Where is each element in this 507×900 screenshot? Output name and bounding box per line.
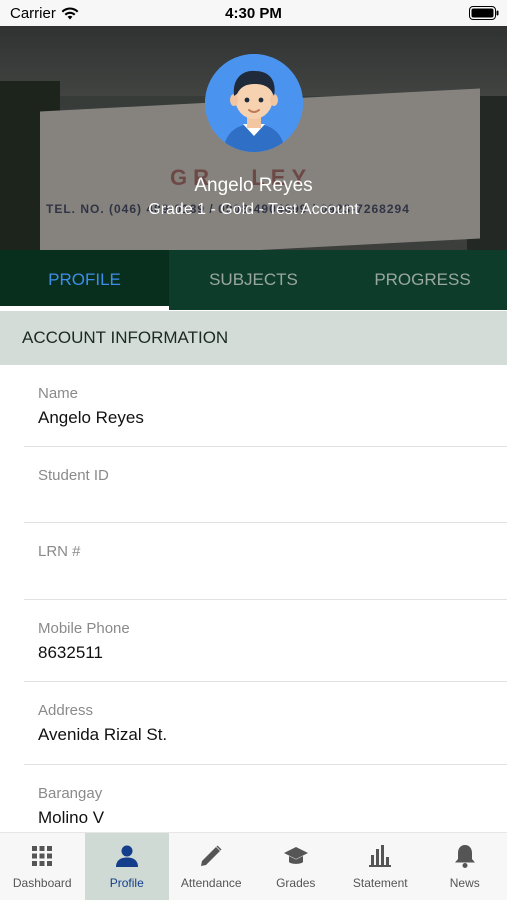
field-value: Avenida Rizal St. — [38, 725, 168, 744]
field-label: Mobile Phone — [38, 620, 130, 637]
field-label: Barangay — [38, 785, 103, 802]
field-value: Angelo Reyes — [38, 408, 144, 427]
account-info-list: Name Angelo Reyes Student ID LRN # Mobil… — [0, 365, 507, 847]
tab-progress[interactable]: PROGRESS — [338, 250, 507, 310]
battery-icon — [469, 6, 499, 20]
pencil-icon — [201, 845, 222, 866]
bar-chart-icon — [369, 845, 392, 867]
field-student-id: Student ID — [24, 447, 507, 523]
nav-attendance[interactable]: Attendance — [169, 833, 254, 900]
field-address: Address Avenida Rizal St. — [24, 682, 507, 765]
person-icon — [115, 845, 138, 867]
status-time: 4:30 PM — [225, 5, 282, 22]
field-lrn: LRN # — [24, 523, 507, 600]
profile-header: GR LEY TEL. NO. (046) 489-0139 / 0908-49… — [0, 26, 507, 250]
profile-tabs: PROFILE SUBJECTS PROGRESS — [0, 250, 507, 310]
field-label: LRN # — [38, 543, 81, 560]
field-mobile-phone: Mobile Phone 8632511 — [24, 600, 507, 682]
field-name: Name Angelo Reyes — [24, 365, 507, 447]
avatar — [205, 54, 303, 152]
status-bar: Carrier 4:30 PM — [0, 0, 507, 26]
nav-label: Profile — [109, 876, 144, 890]
field-label: Name — [38, 385, 79, 402]
grid-icon — [32, 846, 53, 866]
bottom-nav: Dashboard Profile Attendance Grades Stat… — [0, 832, 507, 900]
field-value: Molino V — [38, 808, 105, 827]
graduation-cap-icon — [283, 847, 308, 864]
nav-label: Grades — [276, 876, 316, 890]
section-header: ACCOUNT INFORMATION — [0, 311, 507, 365]
student-grade-section: Grade 1 - Gold - Test Account — [148, 201, 359, 218]
field-label: Address — [38, 702, 94, 719]
field-value: 8632511 — [38, 643, 103, 662]
tab-profile[interactable]: PROFILE — [0, 250, 169, 310]
nav-statement[interactable]: Statement — [338, 833, 423, 900]
field-label: Student ID — [38, 467, 109, 484]
nav-label: Statement — [352, 876, 408, 890]
nav-label: Dashboard — [12, 876, 72, 890]
nav-label: News — [449, 876, 480, 890]
tab-subjects[interactable]: SUBJECTS — [169, 250, 338, 310]
student-name: Angelo Reyes — [194, 175, 313, 196]
nav-grades[interactable]: Grades — [254, 833, 339, 900]
nav-news[interactable]: News — [423, 833, 507, 900]
nav-dashboard[interactable]: Dashboard — [0, 833, 85, 900]
nav-profile[interactable]: Profile — [84, 833, 169, 900]
section-title: ACCOUNT INFORMATION — [22, 328, 229, 347]
nav-label: Attendance — [180, 876, 242, 890]
bell-icon — [454, 845, 475, 868]
student-avatar-icon — [205, 54, 303, 152]
